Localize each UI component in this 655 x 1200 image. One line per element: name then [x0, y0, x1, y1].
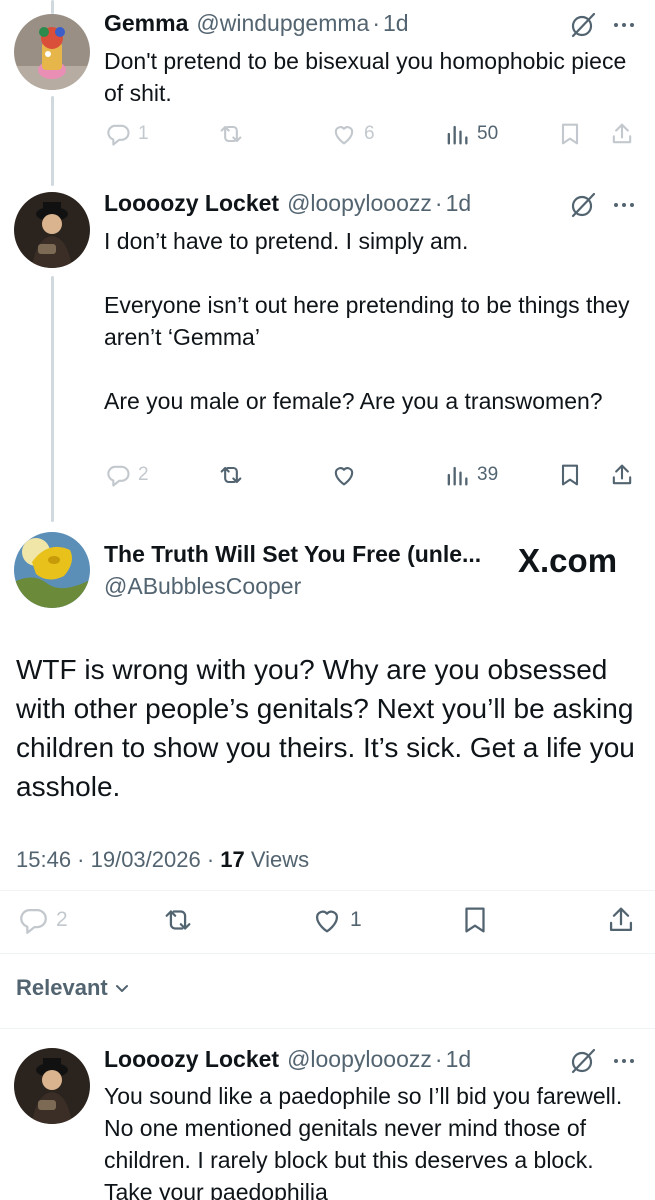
post-meta: 15:46 · 19/03/2026 · 17 Views	[16, 847, 309, 873]
repost-icon	[165, 910, 191, 930]
like-icon	[334, 467, 354, 486]
reply-button[interactable]: 1	[104, 120, 149, 148]
share-icon	[609, 907, 633, 932]
post-time[interactable]: 1d	[383, 10, 409, 37]
grok-icon[interactable]	[568, 190, 598, 220]
views-icon	[447, 466, 468, 486]
post-time[interactable]: 1d	[446, 1046, 472, 1073]
separator-dot: ·	[372, 10, 380, 36]
author-handle[interactable]: @windupgemma	[196, 10, 369, 37]
post-time[interactable]: 1d	[446, 190, 472, 217]
author-name[interactable]: The Truth Will Set You Free (unle...	[104, 541, 481, 568]
bookmark-icon	[561, 464, 579, 486]
avatar[interactable]	[14, 1048, 90, 1124]
thread-line-1	[51, 96, 54, 186]
divider	[0, 953, 655, 954]
reply-icon	[107, 465, 130, 487]
more-icon[interactable]	[610, 1047, 638, 1075]
post-timestamp[interactable]: 15:46 · 19/03/2026 ·	[16, 847, 220, 872]
x-logo-watermark: X.com	[518, 542, 618, 579]
reply-button[interactable]: 2	[104, 461, 149, 489]
bookmark-button[interactable]	[458, 903, 492, 937]
bookmark-icon	[561, 123, 579, 145]
grok-icon[interactable]	[568, 10, 598, 40]
share-button[interactable]	[608, 120, 636, 148]
author-row: Loooozy Locket @loopylooozz · 1d	[104, 190, 471, 217]
author-name[interactable]: Gemma	[104, 10, 188, 37]
views-icon	[447, 125, 468, 145]
share-icon	[612, 123, 632, 144]
like-button[interactable]: 1	[310, 903, 362, 937]
author-name[interactable]: Loooozy Locket	[104, 190, 279, 217]
author-row: Loooozy Locket @loopylooozz · 1d	[104, 1046, 471, 1073]
bookmark-button[interactable]	[556, 461, 584, 489]
separator-dot: ·	[434, 190, 443, 216]
avatar[interactable]	[14, 14, 90, 90]
like-icon	[315, 910, 339, 933]
author-row: Gemma @windupgemma · 1d	[104, 10, 409, 37]
like-button[interactable]: 6	[330, 120, 375, 148]
views-label: Views	[244, 847, 310, 872]
sort-relevant-dropdown[interactable]: Relevant	[16, 975, 132, 1001]
reply-button[interactable]: 2	[16, 903, 68, 937]
sort-label: Relevant	[16, 975, 108, 1000]
like-count: 6	[364, 123, 375, 144]
bookmark-icon	[465, 907, 485, 933]
share-button[interactable]	[604, 903, 638, 937]
author-handle[interactable]: @loopylooozz	[287, 190, 432, 217]
reply-count: 1	[138, 123, 149, 144]
views-button[interactable]: 50	[443, 120, 498, 148]
author-handle[interactable]: @loopylooozz	[287, 1046, 432, 1073]
repost-button[interactable]	[217, 461, 245, 489]
chevron-down-icon	[115, 985, 128, 992]
avatar[interactable]	[14, 532, 90, 608]
views-count: 50	[477, 123, 499, 144]
like-icon	[334, 126, 354, 145]
share-icon	[612, 464, 632, 485]
views-count: 17	[220, 847, 245, 872]
like-count: 1	[350, 908, 362, 931]
thread-line-top	[51, 0, 54, 14]
grok-icon[interactable]	[568, 1046, 598, 1076]
views-count: 39	[477, 464, 499, 485]
post-text: You sound like a paedophile so I’ll bid …	[104, 1083, 623, 1200]
like-button[interactable]	[330, 461, 358, 489]
repost-icon	[220, 125, 242, 143]
separator-dot: ·	[434, 1046, 443, 1072]
divider	[0, 1028, 655, 1029]
views-button[interactable]: 39	[443, 461, 498, 489]
avatar[interactable]	[14, 192, 90, 268]
bookmark-button[interactable]	[556, 120, 584, 148]
repost-button[interactable]	[161, 903, 195, 937]
more-icon[interactable]	[610, 11, 638, 39]
divider	[0, 890, 655, 891]
reply-icon	[107, 124, 130, 146]
reply-count: 2	[56, 908, 68, 931]
author-name[interactable]: Loooozy Locket	[104, 1046, 279, 1073]
share-button[interactable]	[608, 461, 636, 489]
post-text: Don't pretend to be bisexual you homopho…	[104, 48, 627, 106]
thread-line-2	[51, 276, 54, 522]
reply-icon	[20, 908, 47, 934]
post-text: I don’t have to pretend. I simply am. Ev…	[104, 228, 630, 414]
more-icon[interactable]	[610, 191, 638, 219]
repost-icon	[220, 466, 242, 484]
author-handle[interactable]: @ABubblesCooper	[104, 573, 301, 600]
reply-count: 2	[138, 464, 149, 485]
post-text: WTF is wrong with you? Why are you obses…	[16, 654, 635, 802]
repost-button[interactable]	[217, 120, 245, 148]
